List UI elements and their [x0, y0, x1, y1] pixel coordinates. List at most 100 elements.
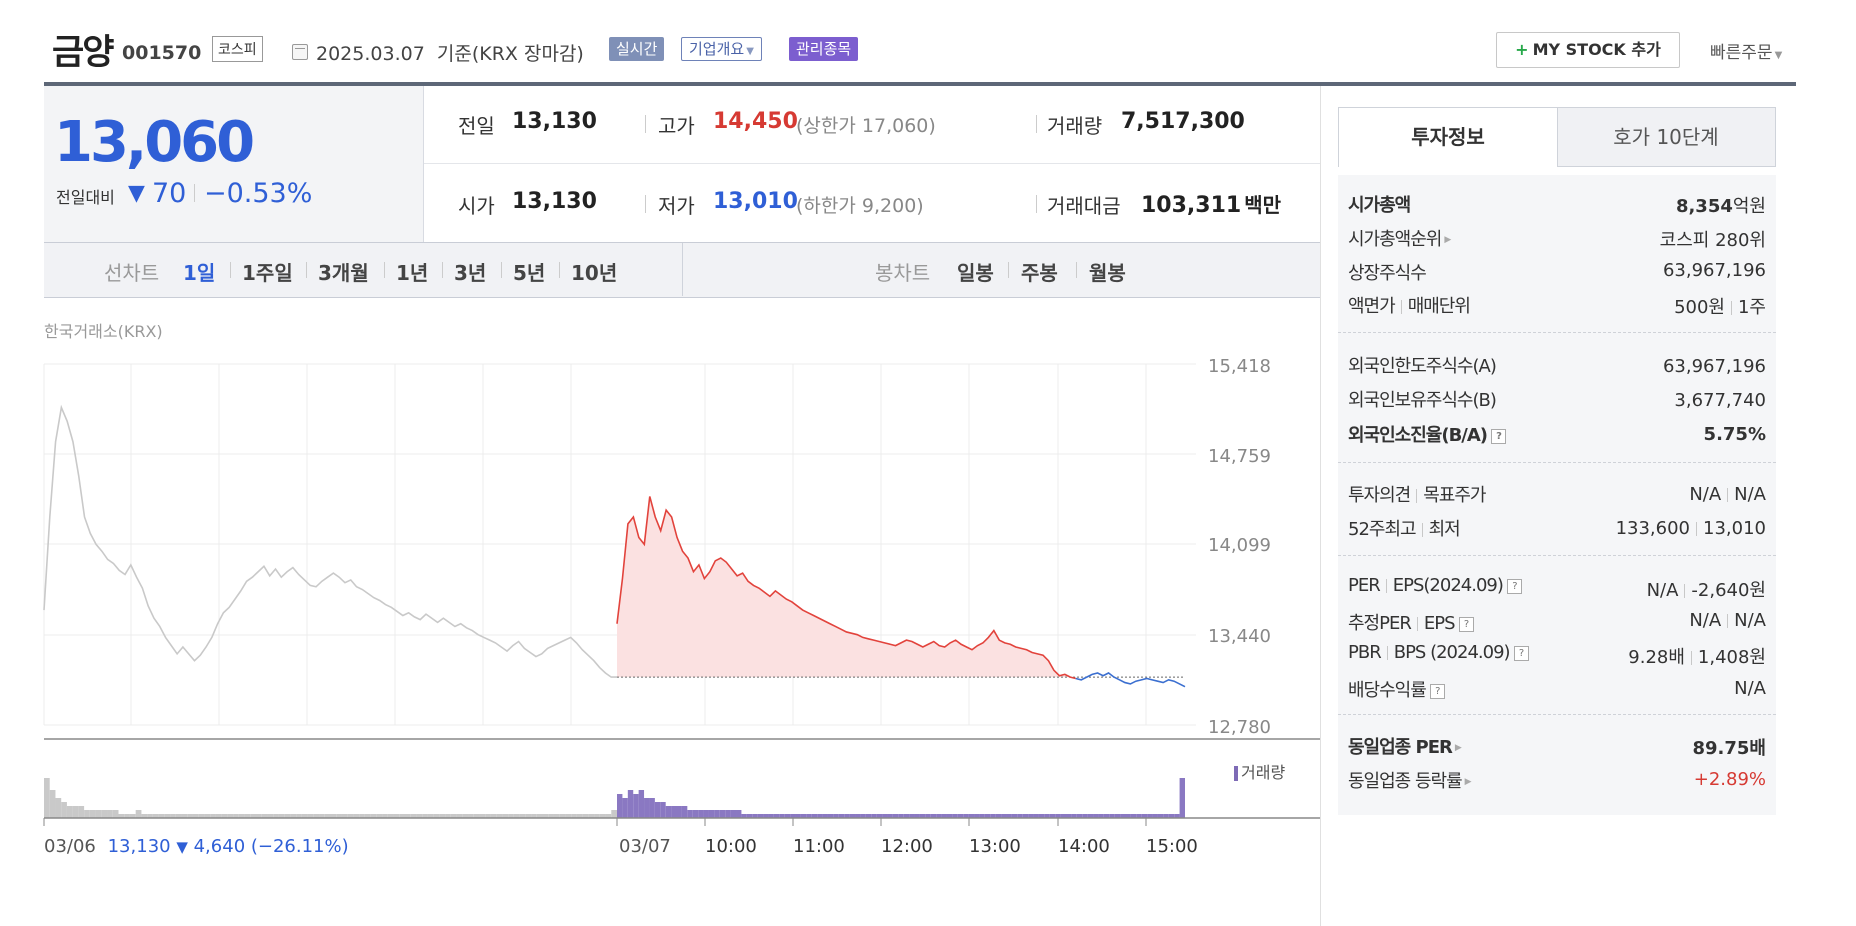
est-per-eps-label: 추정PER EPS?	[1348, 609, 1474, 635]
company-overview-dropdown[interactable]: 기업개요 ▼	[681, 37, 762, 61]
volume-bar	[692, 810, 699, 818]
week52-high-label: 52주최고	[1348, 519, 1417, 540]
open-value: 13,130	[512, 189, 597, 214]
divider	[1036, 115, 1037, 133]
realtime-badge[interactable]: 실시간	[609, 37, 665, 61]
section-divider	[1338, 555, 1776, 556]
volume-bar	[611, 810, 617, 818]
candle-weekly[interactable]: 주봉	[1021, 257, 1058, 286]
quick-order-button[interactable]: 빠른주문 ▼	[1710, 38, 1782, 63]
industry-change-label[interactable]: 동일업종 등락률 ▶	[1348, 767, 1472, 793]
opinion-value: N/A	[1689, 484, 1722, 505]
divider	[645, 195, 646, 213]
week52-value: 133,600 13,010	[1616, 518, 1766, 539]
lower-limit-label: (하한가	[796, 195, 856, 217]
row-divider	[424, 163, 1320, 164]
bps-label: BPS (2024.09)	[1393, 642, 1511, 663]
change-value: 70	[152, 178, 187, 209]
volume-bar	[1179, 778, 1185, 818]
foreign-limit-value: 63,967,196	[1662, 356, 1766, 377]
industry-per-text: 동일업종 PER	[1348, 737, 1453, 758]
y-tick-label: 14,099	[1208, 535, 1271, 556]
volume-bar	[617, 794, 623, 818]
market-badge: 코스피	[212, 36, 263, 62]
volume-bar	[89, 810, 96, 818]
volume-bar	[665, 806, 672, 818]
chevron-right-icon: ▶	[1444, 235, 1451, 245]
prev-close-label: 전일	[458, 114, 495, 138]
candle-daily[interactable]: 일봉	[957, 257, 994, 286]
lot-value: 1주	[1737, 297, 1766, 318]
period-10y[interactable]: 10년	[571, 257, 617, 286]
period-1d[interactable]: 1일	[183, 257, 215, 286]
divider	[1008, 262, 1009, 278]
help-icon[interactable]: ?	[1491, 428, 1507, 444]
week52-high-value: 133,600	[1615, 518, 1691, 539]
volume-bar	[719, 810, 726, 818]
week52-label: 52주최고 최저	[1348, 515, 1461, 541]
x-tick-label: 12:00	[881, 836, 933, 857]
period-5y[interactable]: 5년	[513, 257, 545, 286]
divider	[306, 262, 307, 278]
foreign-hold-value: 3,677,740	[1674, 390, 1766, 411]
industry-per-label[interactable]: 동일업종 PER ▶	[1348, 733, 1462, 759]
admin-issue-badge: 관리종목	[789, 37, 859, 61]
calendar-icon	[292, 44, 308, 60]
change-label: 전일대비	[56, 188, 115, 207]
volume-bar	[101, 810, 108, 818]
listed-shares-label: 상장주식수	[1348, 263, 1427, 284]
per-label: PER	[1348, 575, 1381, 596]
market-cap-value: 8,354억원	[1676, 192, 1766, 218]
per-eps-value: N/A -2,640원	[1647, 576, 1766, 602]
low-label: 저가	[658, 194, 695, 218]
period-1y[interactable]: 1년	[396, 257, 428, 286]
volume-bar	[681, 806, 688, 818]
section-divider	[1338, 332, 1776, 333]
volume-bar	[61, 802, 67, 818]
divider	[1385, 579, 1387, 593]
add-my-stock-button[interactable]: + MY STOCK 추가	[1496, 32, 1680, 68]
market-cap-label: 시가총액	[1348, 195, 1411, 216]
market-cap-number: 8,354	[1675, 196, 1733, 217]
x-tick-label: 13:00	[969, 836, 1021, 857]
caret-down-icon: ▼	[746, 46, 754, 57]
volume-bar	[654, 802, 661, 818]
price-chart[interactable]	[0, 340, 1320, 840]
volume-bar	[95, 810, 102, 818]
volume-bar	[112, 810, 119, 818]
x-tick-label: 03/07	[619, 836, 671, 857]
help-icon[interactable]: ?	[1429, 683, 1445, 699]
per-value: N/A	[1646, 580, 1679, 601]
tab-investment-info[interactable]: 투자정보	[1339, 108, 1558, 167]
plus-icon: +	[1515, 40, 1529, 59]
candle-monthly[interactable]: 월봉	[1089, 257, 1126, 286]
amount-unit: 백만	[1244, 193, 1282, 217]
amount-number: 103,311	[1141, 193, 1242, 218]
target-label: 목표주가	[1423, 485, 1486, 506]
period-3y[interactable]: 3년	[454, 257, 486, 286]
quick-order-label: 빠른주문	[1710, 43, 1773, 63]
legend-swatch	[1234, 766, 1238, 781]
divider	[1386, 646, 1388, 660]
add-my-stock-label: MY STOCK 추가	[1532, 40, 1661, 59]
upper-limit: (상한가 17,060)	[796, 111, 936, 138]
foreign-limit-label: 외국인한도주식수(A)	[1348, 356, 1497, 377]
per-eps-label: PER EPS(2024.09)?	[1348, 575, 1522, 596]
foreign-ratio-value: 5.75%	[1703, 424, 1766, 445]
section-divider	[1338, 714, 1776, 715]
stock-name: 금양	[52, 33, 114, 73]
quote-date: 2025.03.07 기준(KRX 장마감)	[316, 39, 584, 66]
divider	[682, 243, 683, 296]
tab-orderbook-10[interactable]: 호가 10단계	[1557, 108, 1775, 166]
volume-bar	[135, 810, 142, 818]
period-3m[interactable]: 3개월	[318, 257, 369, 286]
help-icon[interactable]: ?	[1458, 616, 1474, 632]
opinion-target-label: 투자의견 목표주가	[1348, 481, 1487, 507]
panel-divider	[1320, 86, 1321, 926]
volume-bar	[644, 798, 650, 818]
help-icon[interactable]: ?	[1513, 645, 1529, 661]
period-1w[interactable]: 1주일	[242, 257, 293, 286]
help-icon[interactable]: ?	[1506, 578, 1522, 594]
company-overview-label: 기업개요	[689, 40, 745, 58]
market-cap-rank-label[interactable]: 시가총액순위 ▶	[1348, 225, 1451, 251]
